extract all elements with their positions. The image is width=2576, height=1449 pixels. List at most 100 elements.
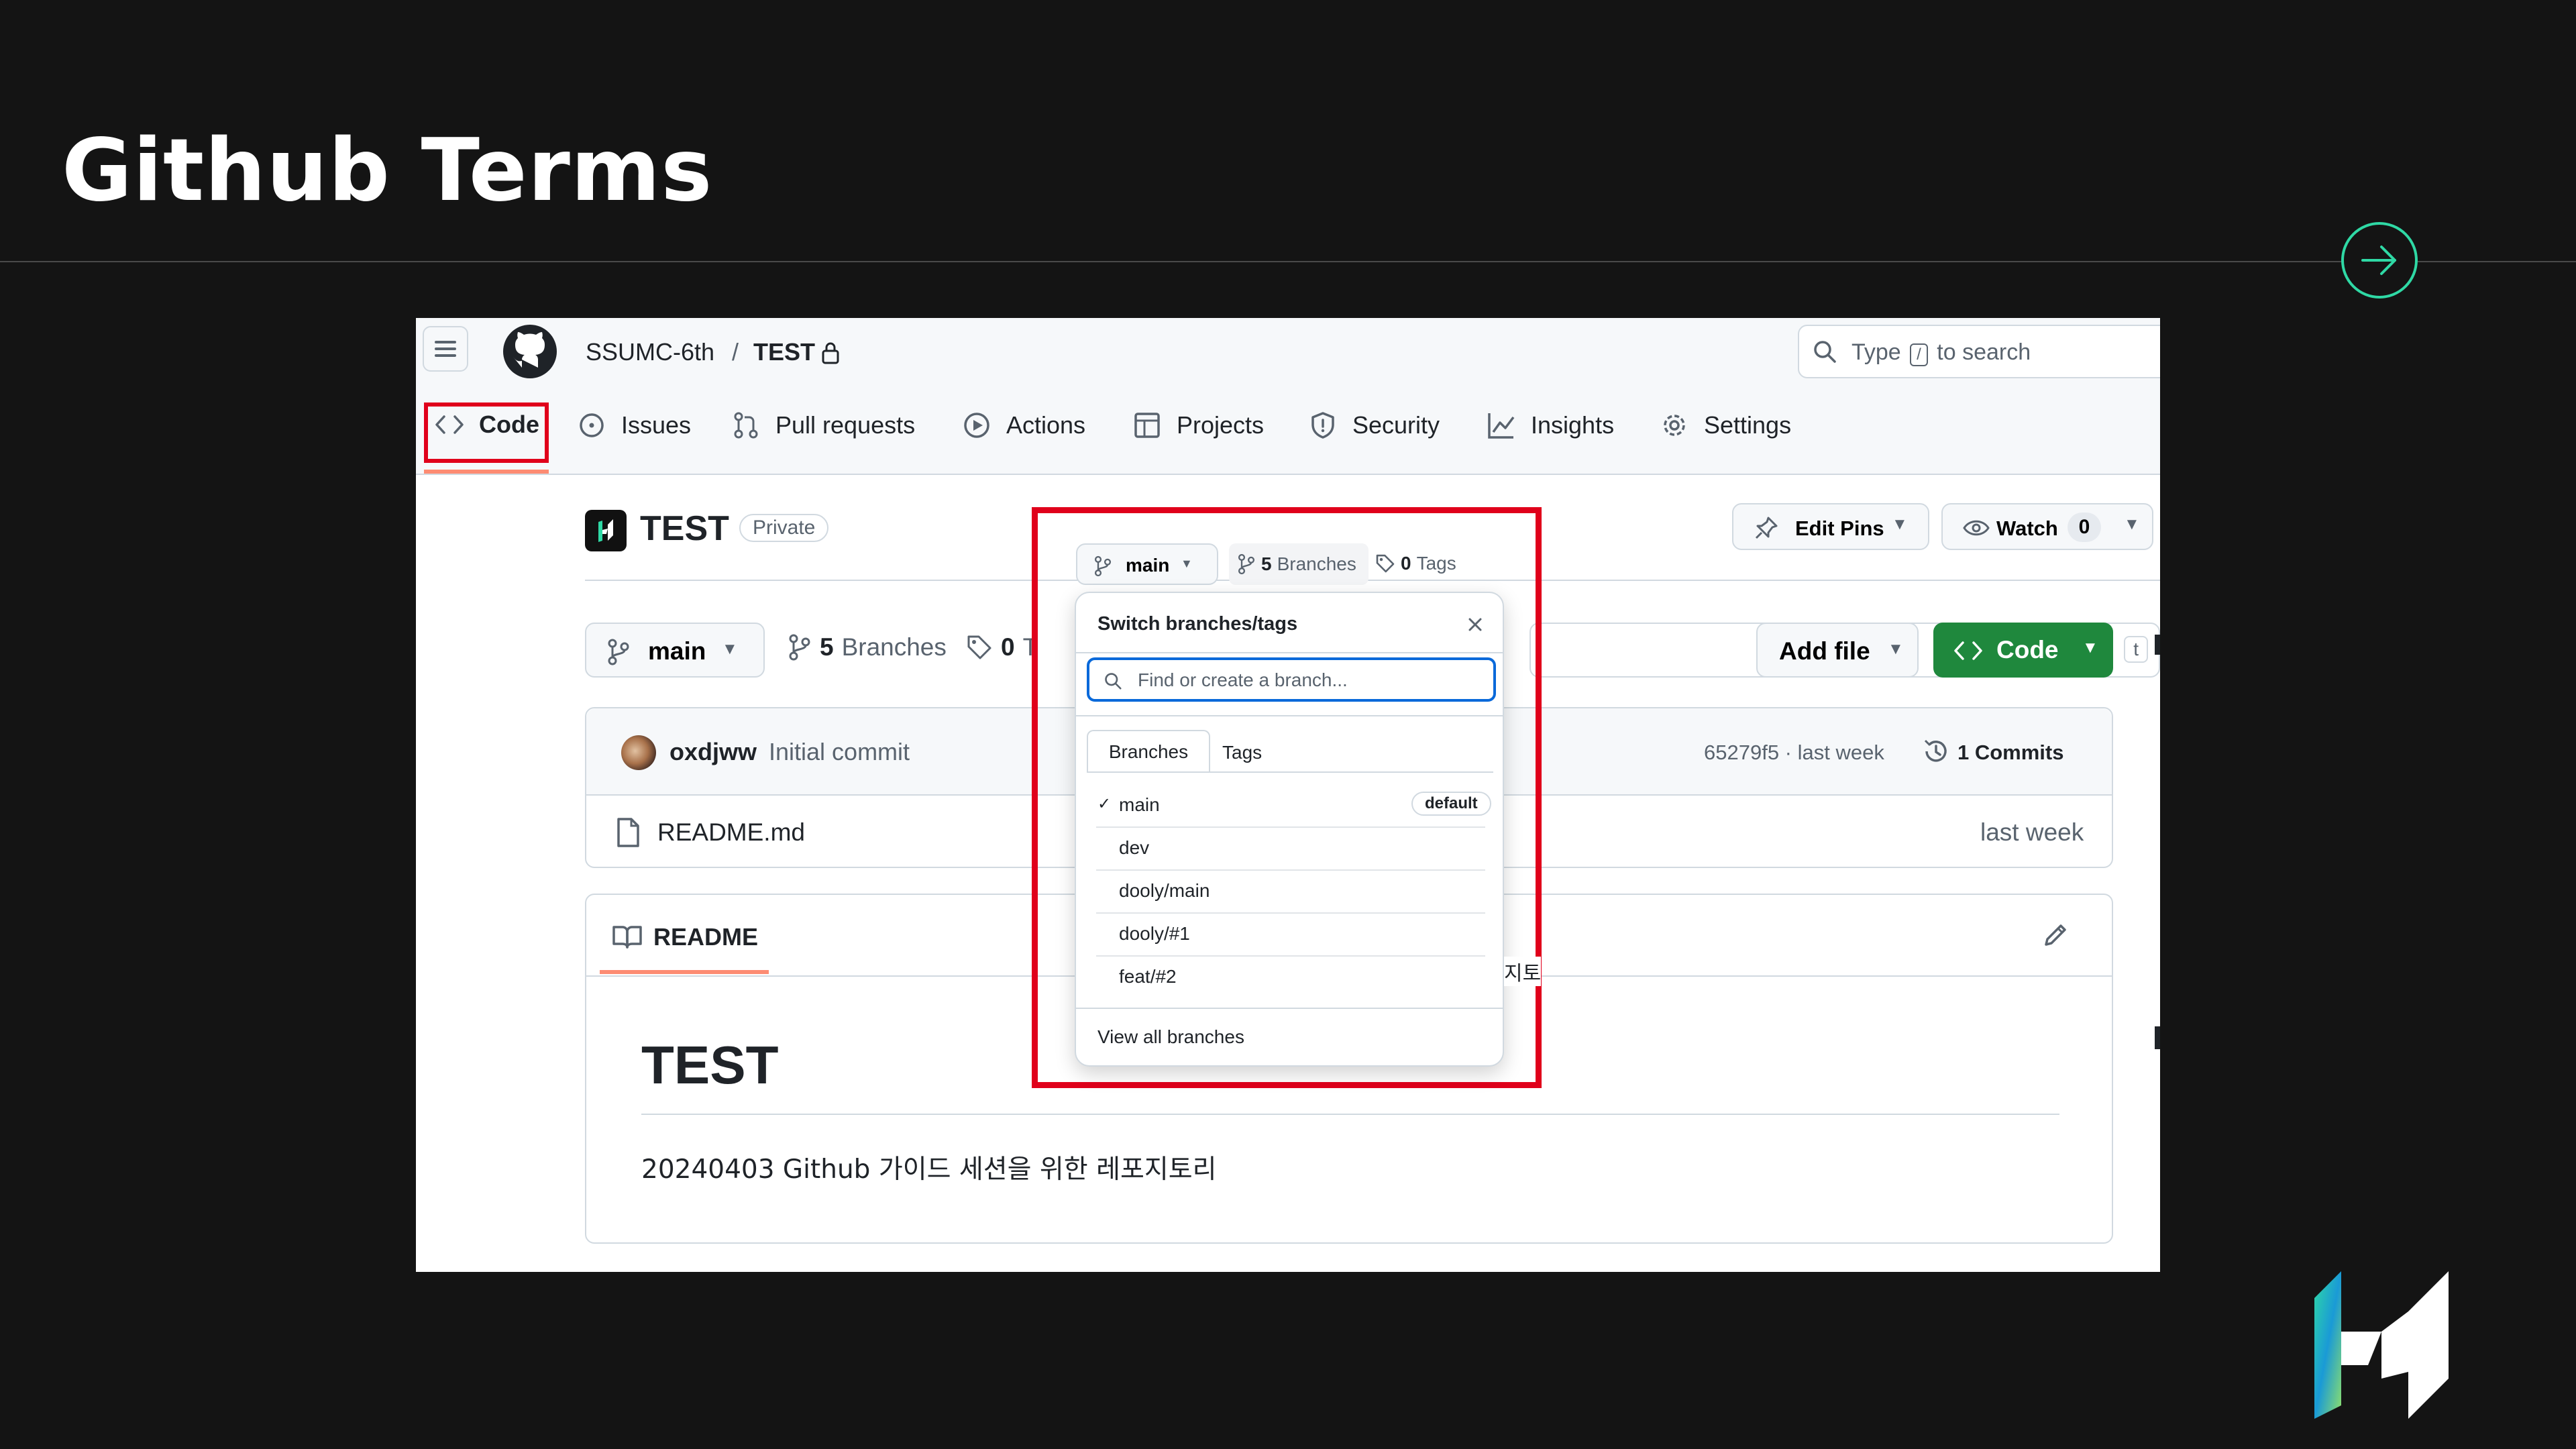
- branch-item-dooly-1[interactable]: dooly/#1: [1096, 912, 1485, 957]
- tab-issues[interactable]: Issues: [577, 411, 691, 440]
- commit-message[interactable]: Initial commit: [769, 738, 910, 766]
- dropdown-branch-label: main: [1126, 555, 1170, 576]
- visibility-badge: Private: [739, 514, 829, 542]
- tags-count: 0: [1001, 633, 1015, 661]
- chevron-down-icon: ▼: [1892, 515, 1908, 533]
- tag-icon: [967, 635, 991, 659]
- edit-pins-button[interactable]: Edit Pins ▼: [1732, 503, 1929, 550]
- tab-tags[interactable]: Tags: [1222, 742, 1262, 763]
- history-icon: [1924, 739, 1947, 762]
- search-placeholder-suffix: to search: [1937, 339, 2031, 365]
- next-slide-button[interactable]: [2341, 222, 2418, 299]
- code-button[interactable]: Code ▼: [1933, 623, 2113, 678]
- tab-security-label: Security: [1352, 411, 1440, 439]
- tab-projects-label: Projects: [1177, 411, 1265, 439]
- branch-item-feat-2[interactable]: feat/#2: [1096, 955, 1485, 998]
- close-icon[interactable]: [1466, 616, 1484, 633]
- branches-count: 5: [820, 633, 834, 661]
- commit-hash[interactable]: 65279f5 · last week: [1704, 741, 1884, 765]
- default-badge: default: [1411, 792, 1491, 816]
- chevron-down-icon: ▼: [722, 640, 738, 658]
- issue-icon: [580, 413, 604, 437]
- tab-insights[interactable]: Insights: [1487, 411, 1614, 440]
- repo-avatar: [585, 510, 627, 551]
- branch-name: main: [1119, 794, 1160, 815]
- dropdown-title: Switch branches/tags: [1097, 613, 1298, 635]
- github-logo-icon[interactable]: [502, 323, 558, 380]
- tab-security[interactable]: Security: [1308, 411, 1440, 440]
- tags-link[interactable]: 0 T: [966, 633, 1038, 661]
- search-icon: [1105, 673, 1122, 690]
- commit-author[interactable]: oxdjww: [669, 738, 757, 766]
- branch-icon: [1094, 555, 1112, 577]
- readme-heading-rule: [641, 1114, 2059, 1115]
- branch-search-placeholder: Find or create a branch...: [1138, 669, 1348, 690]
- search-placeholder-prefix: Type: [1851, 339, 1901, 365]
- watch-count: 0: [2068, 513, 2101, 542]
- branch-icon: [608, 639, 629, 665]
- tab-insights-label: Insights: [1531, 411, 1615, 439]
- eye-icon: [1963, 520, 1990, 536]
- code-icon: [1954, 641, 1982, 660]
- branches-word: Branches: [841, 633, 947, 661]
- pencil-icon[interactable]: [2042, 922, 2069, 949]
- dropdown-branch-button[interactable]: main ▼: [1076, 543, 1218, 585]
- search-input[interactable]: Type / to search: [1798, 325, 2160, 378]
- readme-heading: TEST: [641, 1035, 779, 1095]
- tab-projects[interactable]: Projects: [1132, 411, 1264, 440]
- view-all-branches-link[interactable]: View all branches: [1097, 1026, 1244, 1048]
- code-tab-underline: [424, 470, 549, 474]
- code-button-label: Code: [1996, 636, 2059, 663]
- pin-icon: [1755, 517, 1778, 539]
- hamburger-menu-button[interactable]: [423, 326, 468, 372]
- tab-settings[interactable]: Settings: [1660, 411, 1791, 440]
- avatar[interactable]: [621, 735, 656, 770]
- branch-select-label: main: [648, 637, 706, 665]
- dropdown-tags-link[interactable]: 0 Tags: [1375, 553, 1456, 574]
- play-icon: [964, 413, 989, 438]
- dropdown-tags-word: Tags: [1416, 553, 1456, 574]
- edit-pins-label: Edit Pins: [1795, 517, 1884, 540]
- repo-owner-link[interactable]: SSUMC-6th: [586, 338, 714, 366]
- readme-tab[interactable]: README: [653, 923, 758, 951]
- shield-icon: [1311, 412, 1334, 439]
- tab-branches[interactable]: Branches: [1087, 730, 1210, 773]
- tab-pull-requests[interactable]: Pull requests: [731, 411, 915, 440]
- file-name-link[interactable]: README.md: [657, 818, 805, 847]
- branch-icon: [789, 634, 810, 661]
- tab-pull-requests-label: Pull requests: [775, 411, 916, 439]
- dropdown-branches-link[interactable]: 5 Branches: [1229, 543, 1368, 585]
- readme-text-peek: 지토: [1504, 957, 1542, 986]
- brand-logo: [2314, 1271, 2449, 1419]
- tag-icon: [1376, 554, 1395, 573]
- branch-item-dev[interactable]: dev: [1096, 826, 1485, 871]
- chevron-down-icon: ▼: [1181, 557, 1193, 570]
- repo-name-link[interactable]: TEST: [753, 338, 815, 366]
- graph-icon: [1488, 413, 1515, 439]
- slide-title: Github Terms: [62, 121, 713, 221]
- title-divider: [0, 261, 2576, 262]
- file-icon: [617, 818, 639, 847]
- sidebar-peek: [2155, 633, 2160, 1272]
- watch-button[interactable]: Watch 0 ▼: [1941, 503, 2153, 550]
- arrow-right-icon: [2361, 246, 2396, 275]
- branch-icon: [1238, 553, 1255, 575]
- branches-link[interactable]: 5 Branches: [788, 633, 947, 661]
- search-icon: [1814, 341, 1836, 363]
- watch-label: Watch: [1996, 517, 2058, 540]
- github-screenshot: SSUMC-6th / TEST Type / to search Code I…: [416, 318, 2160, 1272]
- code-tab-highlight: [424, 402, 549, 463]
- tab-issues-label: Issues: [621, 411, 692, 439]
- branch-item-main[interactable]: ✓ main default: [1096, 784, 1491, 828]
- branch-switcher-dropdown: Switch branches/tags Find or create a br…: [1075, 592, 1504, 1067]
- search-shortcut-key: /: [1910, 343, 1928, 366]
- readme-text: 20240403 Github 가이드 세션을 위한 레포지토리: [641, 1155, 1217, 1185]
- branch-select-button[interactable]: main ▼: [585, 623, 765, 678]
- repo-avatar-icon: [598, 519, 613, 542]
- branch-item-dooly-main[interactable]: dooly/main: [1096, 869, 1485, 914]
- tab-actions[interactable]: Actions: [962, 411, 1085, 440]
- branch-search-input[interactable]: Find or create a branch...: [1087, 657, 1496, 702]
- dropdown-branches-count: 5: [1261, 553, 1272, 574]
- commits-link[interactable]: 1 Commits: [1957, 741, 2063, 765]
- add-file-button[interactable]: Add file ▼: [1756, 623, 1919, 678]
